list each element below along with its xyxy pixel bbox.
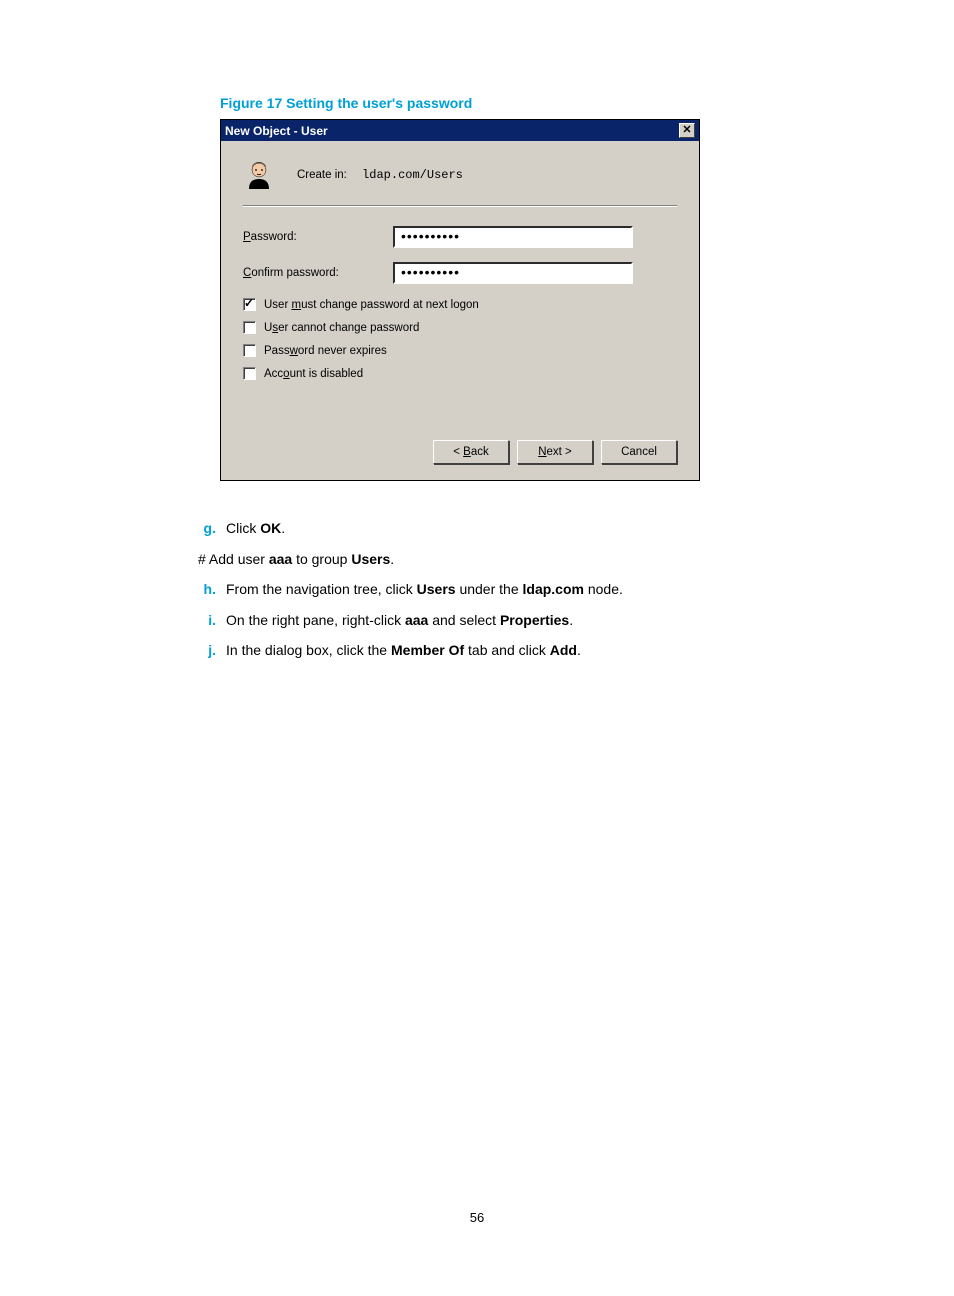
close-button[interactable]: ✕: [679, 123, 695, 138]
figure-caption: Figure 17 Setting the user's password: [220, 95, 780, 111]
user-icon: [243, 159, 275, 191]
password-label: Password:: [243, 231, 393, 243]
password-input[interactable]: ••••••••••: [393, 226, 633, 248]
confirm-password-input[interactable]: ••••••••••: [393, 262, 633, 284]
step-letter: g.: [198, 515, 216, 542]
checkbox-label: User cannot change password: [264, 322, 419, 334]
checkbox-cannot-change[interactable]: [243, 321, 256, 334]
instruction-text: g. Click OK. # Add user aaa to group Use…: [220, 515, 780, 664]
dialog-titlebar: New Object - User ✕: [221, 120, 699, 141]
step-g: Click OK.: [226, 515, 780, 542]
page-number: 56: [0, 1210, 954, 1225]
checkbox-label: Password never expires: [264, 345, 387, 357]
dialog-new-object-user: New Object - User ✕ Create in:: [220, 119, 700, 481]
cancel-button[interactable]: Cancel: [601, 440, 677, 464]
step-letter: j.: [198, 637, 216, 664]
checkbox-label: Account is disabled: [264, 368, 363, 380]
step-j: In the dialog box, click the Member Of t…: [226, 637, 780, 664]
next-button[interactable]: Next >: [517, 440, 593, 464]
checkbox-label: User must change password at next logon: [264, 299, 479, 311]
create-in-label: Create in:: [297, 169, 347, 181]
step-h: From the navigation tree, click Users un…: [226, 576, 780, 603]
step-letter: i.: [198, 607, 216, 634]
step-i: On the right pane, right-click aaa and s…: [226, 607, 780, 634]
checkbox-disabled[interactable]: [243, 367, 256, 380]
checkbox-never-expires[interactable]: [243, 344, 256, 357]
create-in-path: ldap.com/Users: [362, 168, 463, 182]
create-in-row: Create in: ldap.com/Users: [243, 159, 677, 206]
confirm-password-label: Confirm password:: [243, 267, 393, 279]
dialog-title: New Object - User: [225, 124, 328, 138]
back-button[interactable]: < Back: [433, 440, 509, 464]
step-letter: h.: [198, 576, 216, 603]
hash-line: # Add user aaa to group Users.: [198, 546, 780, 573]
checkbox-group: User must change password at next logon …: [243, 298, 677, 380]
checkbox-must-change[interactable]: [243, 298, 256, 311]
